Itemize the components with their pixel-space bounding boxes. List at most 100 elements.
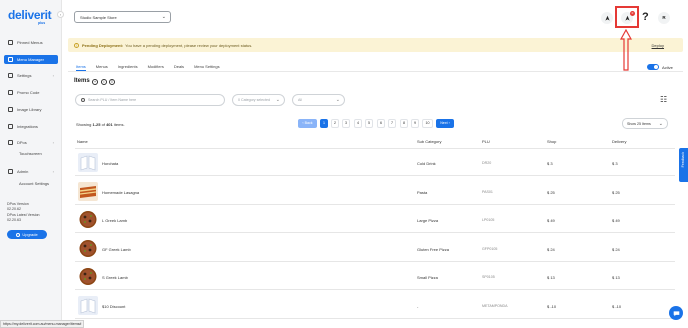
chevron-down-icon: ⌄	[161, 14, 166, 20]
sidebar-item-integrations[interactable]: Integrations	[4, 122, 58, 131]
prev-page-button[interactable]: ‹ Back	[298, 119, 317, 128]
version-value: 02.20.62	[7, 207, 21, 211]
table-row[interactable]: L Greek Lamb Large Pizza LP0105 $ 49 $ 49	[75, 208, 675, 233]
item-name: GF Greek Lamb	[102, 246, 131, 252]
sidebar-item-pinned-menus[interactable]: Pinned Menus	[4, 38, 58, 47]
column-header-plu[interactable]: PLU	[482, 139, 490, 144]
tabs-divider	[68, 71, 683, 72]
item-shop-price: $ -10	[547, 303, 557, 309]
page-5-button[interactable]: 5	[365, 119, 373, 128]
item-sub-category: Gluten Free Pizza	[417, 246, 450, 252]
pos-icon	[8, 140, 13, 145]
item-name: Homemade Lasagna	[102, 189, 140, 195]
annotation-arrow-icon	[620, 29, 632, 71]
page-4-button[interactable]: 4	[354, 119, 362, 128]
filter-settings-icon[interactable]: ☷	[660, 95, 667, 104]
page-8-button[interactable]: 8	[400, 119, 408, 128]
showing-total: 401	[106, 122, 113, 127]
sidebar-item-promo-code[interactable]: Promo Code	[4, 88, 58, 97]
status-bar-url: https://my.deliverit.com.au/menu-manager…	[0, 320, 85, 328]
next-page-button[interactable]: Next ›	[436, 119, 454, 128]
store-select[interactable]: Studio Sample Store ⌄	[74, 11, 171, 23]
plug-icon	[8, 124, 13, 129]
item-delivery-price: $ -10	[612, 303, 622, 309]
deploy-link[interactable]: Deploy	[652, 43, 664, 48]
sidebar-item-label: Promo Code	[17, 90, 40, 95]
tab-menu-settings[interactable]: Menu Settings	[194, 62, 220, 71]
sidebar-item-image-library[interactable]: Image Library	[4, 105, 58, 114]
table-row[interactable]: Homemade Lasagna Pasta PAS01 $ 25 $ 25	[75, 180, 675, 205]
latest-version-value: 02.20.63	[7, 218, 21, 222]
sidebar-subitem-touchscreen[interactable]: Touchscreen	[19, 151, 42, 156]
table-header-divider	[75, 148, 675, 149]
list-view-button[interactable]: ≡	[109, 79, 115, 85]
column-header-name[interactable]: Name	[77, 139, 88, 144]
item-delivery-price: $ 24	[612, 246, 620, 252]
image-icon	[8, 107, 13, 112]
page-7-button[interactable]: 7	[388, 119, 396, 128]
chevron-right-icon: ›	[52, 140, 54, 145]
help-icon[interactable]: ?	[642, 11, 649, 23]
sidebar-item-admin[interactable]: Admin ›	[4, 167, 58, 176]
brand-logo[interactable]: deliverit plus	[8, 9, 52, 25]
page-2-button[interactable]: 2	[331, 119, 339, 128]
page-1-button[interactable]: 1	[320, 119, 328, 128]
table-row[interactable]: Horchata Cold Drink DR20 $ 3 $ 3	[75, 151, 675, 176]
feedback-label: Feedback	[681, 152, 685, 168]
sidebar-subitem-account-settings[interactable]: Account Settings	[19, 181, 49, 186]
search-icon	[81, 98, 85, 102]
page-3-button[interactable]: 3	[342, 119, 350, 128]
item-plu: SP0105	[482, 275, 495, 279]
menu-tabs: Items Menus Ingredients Modifiers Deals …	[76, 62, 230, 71]
pending-deployment-banner: ! Pending Deployment: You have a pending…	[68, 38, 683, 52]
chevron-right-icon: ›	[52, 169, 54, 174]
column-header-sub-category[interactable]: Sub Category	[417, 139, 441, 144]
upgrade-button[interactable]: Upgrade	[7, 230, 47, 239]
item-sub-category: Small Pizza	[417, 275, 438, 280]
avatar[interactable]: R	[658, 12, 670, 24]
per-page-select[interactable]: Show 25 Items ⌄	[622, 118, 668, 129]
sidebar-item-dpos[interactable]: DPos ›	[4, 138, 58, 147]
warning-icon: !	[74, 42, 79, 48]
item-shop-price: $ 13	[547, 275, 555, 280]
tab-ingredients[interactable]: Ingredients	[118, 62, 138, 71]
chat-button[interactable]	[669, 306, 683, 320]
page-10-button[interactable]: 10	[422, 119, 433, 128]
item-shop-price: $ 25	[547, 189, 555, 195]
page-6-button[interactable]: 6	[377, 119, 385, 128]
status-select[interactable]: All ⌄	[292, 94, 345, 106]
category-select[interactable]: 0 Category selected ⌄	[232, 94, 285, 106]
showing-suffix: items.	[113, 122, 125, 127]
chevron-right-icon: ›	[52, 73, 54, 78]
item-name: $10 Discount	[102, 303, 126, 309]
showing-of: of	[101, 122, 105, 127]
info-button[interactable]: i	[101, 79, 107, 85]
page-9-button[interactable]: 9	[411, 119, 419, 128]
search-input[interactable]: Search PLU / Item Name here	[75, 94, 225, 106]
sidebar-item-menu-manager[interactable]: Menu Manager	[4, 55, 58, 64]
tab-modifiers[interactable]: Modifiers	[148, 62, 164, 71]
item-delivery-price: $ 49	[612, 218, 620, 223]
rocket-icon[interactable]	[601, 12, 613, 24]
sidebar-item-settings[interactable]: Settings ›	[4, 71, 58, 80]
showing-prefix: Showing	[76, 122, 92, 127]
chevron-down-icon: ⌄	[335, 97, 340, 103]
category-placeholder: 0 Category selected	[238, 98, 270, 102]
table-row[interactable]: S Greek Lamb Small Pizza SP0105 $ 13 $ 13	[75, 265, 675, 290]
highlight-annotation	[615, 6, 639, 28]
item-sub-category: Cold Drink	[417, 161, 436, 166]
tab-deals[interactable]: Deals	[174, 62, 184, 71]
feedback-tab[interactable]: Feedback	[679, 148, 688, 182]
add-item-button[interactable]: +	[92, 79, 98, 85]
item-thumbnail	[78, 153, 98, 172]
sidebar-collapse-button[interactable]: ‹	[57, 11, 64, 18]
active-toggle[interactable]	[647, 64, 659, 70]
table-row[interactable]: $10 Discount - METAMPONDA $ -10 $ -10	[75, 294, 675, 319]
column-header-shop[interactable]: Shop	[547, 139, 556, 144]
tab-menus[interactable]: Menus	[96, 62, 108, 71]
item-plu: PAS01	[482, 189, 493, 194]
tab-items[interactable]: Items	[76, 62, 86, 71]
column-header-delivery[interactable]: Delivery	[612, 139, 626, 144]
table-row[interactable]: GF Greek Lamb Gluten Free Pizza GFP0105 $ 2…	[75, 237, 675, 262]
search-placeholder: Search PLU / Item Name here	[88, 98, 137, 102]
